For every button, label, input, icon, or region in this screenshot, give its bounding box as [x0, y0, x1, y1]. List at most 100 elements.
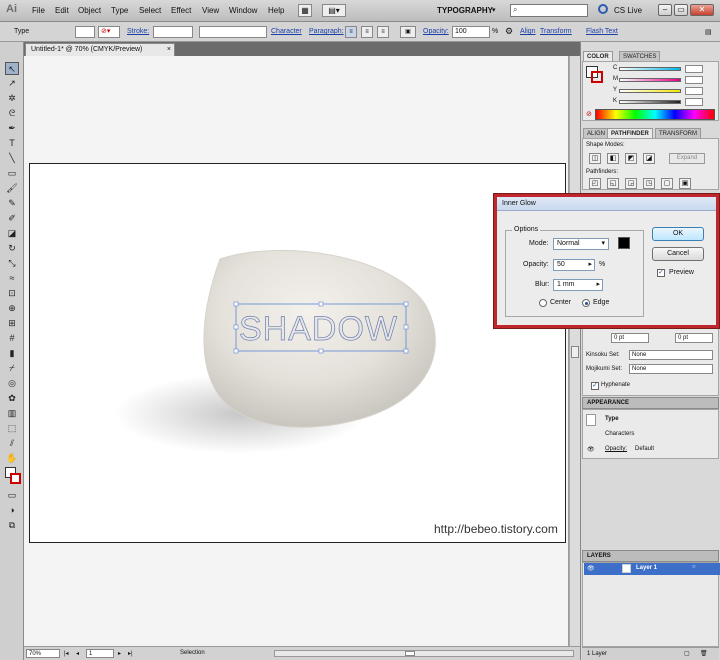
mesh-tool-icon[interactable]: #	[5, 332, 19, 345]
symbol-sprayer-tool-icon[interactable]: ✿	[5, 392, 19, 405]
cs-live-icon[interactable]	[598, 4, 608, 14]
font-family-input[interactable]	[199, 26, 267, 38]
layers-panel-header[interactable]: LAYERS	[582, 550, 719, 562]
cyan-slider[interactable]	[619, 67, 681, 71]
layer-row[interactable]: 👁 Layer 1 ○	[584, 563, 720, 575]
color-mode-icon[interactable]: ▭	[5, 489, 19, 502]
help-search-input[interactable]: ⌕	[510, 4, 588, 17]
first-artboard-icon[interactable]: |◂	[64, 650, 69, 657]
menu-select[interactable]: Select	[139, 6, 161, 15]
selection-tool-icon[interactable]: ↖	[5, 62, 19, 75]
flash-text-link[interactable]: Flash Text	[586, 28, 618, 35]
yellow-value-field[interactable]	[685, 87, 703, 95]
center-label[interactable]: Center	[550, 299, 571, 306]
blur-stepper-icon[interactable]: ▸	[596, 280, 600, 290]
stroke-swatch-icon[interactable]	[10, 473, 21, 484]
shape-builder-tool-icon[interactable]: ⊕	[5, 302, 19, 315]
arrange-documents-icon[interactable]: ▤▾	[322, 4, 346, 17]
mode-dropdown-icon[interactable]: ▾	[601, 239, 605, 249]
paragraph-link[interactable]: Paragraph:	[309, 28, 344, 35]
appearance-panel-header[interactable]: APPEARANCE	[582, 397, 719, 409]
opacity-stepper-icon[interactable]: ▸	[588, 260, 592, 270]
blur-field[interactable]: 1 mm ▸	[553, 279, 603, 291]
opacity-input[interactable]: 100	[452, 26, 490, 38]
yellow-slider[interactable]	[619, 89, 681, 93]
menu-type[interactable]: Type	[111, 6, 128, 15]
expand-button[interactable]: Expand	[669, 153, 705, 164]
next-artboard-icon[interactable]: ▸	[118, 650, 121, 657]
magenta-slider[interactable]	[619, 78, 681, 82]
align-right-icon[interactable]: ≡	[377, 26, 389, 38]
hand-tool-icon[interactable]: ✋	[5, 452, 19, 465]
color-stroke-swatch[interactable]	[591, 71, 603, 83]
line-tool-icon[interactable]: ╲	[5, 152, 19, 165]
workspace-switcher[interactable]: TYPOGRAPHY	[437, 6, 493, 15]
menu-object[interactable]: Object	[78, 6, 101, 15]
pencil-tool-icon[interactable]: ✎	[5, 197, 19, 210]
last-artboard-icon[interactable]: ▸|	[128, 650, 133, 657]
appearance-opacity-link[interactable]: Opacity:	[605, 446, 627, 452]
eraser-tool-icon[interactable]: ◪	[5, 227, 19, 240]
horizontal-scrollbar[interactable]	[274, 650, 574, 657]
artboard[interactable]: SHADOW http://bebeo.tistory.com	[29, 163, 566, 543]
stroke-link[interactable]: Stroke:	[127, 28, 149, 35]
canvas-area[interactable]: SHADOW http://bebeo.tistory.com	[24, 56, 569, 646]
magic-wand-tool-icon[interactable]: ✲	[5, 92, 19, 105]
space-after-field[interactable]: 0 pt	[675, 333, 713, 343]
center-radio[interactable]	[539, 299, 547, 307]
scroll-thumb[interactable]	[571, 346, 579, 358]
hyphenate-checkbox[interactable]: ✓	[591, 382, 599, 390]
lasso-tool-icon[interactable]: ᘓ	[5, 107, 19, 120]
layer-target-icon[interactable]: ○	[692, 564, 696, 570]
character-link[interactable]: Character	[271, 28, 302, 35]
cancel-button[interactable]: Cancel	[652, 247, 704, 261]
menu-window[interactable]: Window	[229, 6, 257, 15]
menu-edit[interactable]: Edit	[55, 6, 69, 15]
merge-icon[interactable]: ◲	[625, 178, 637, 189]
scale-tool-icon[interactable]: ⤡	[5, 257, 19, 270]
close-document-icon[interactable]: ×	[167, 44, 171, 56]
intersect-icon[interactable]: ◩	[625, 153, 637, 164]
color-spectrum-bar[interactable]	[595, 109, 715, 120]
layer-name[interactable]: Layer 1	[636, 565, 657, 571]
cyan-value-field[interactable]	[685, 65, 703, 73]
warp-tool-icon[interactable]: ≈	[5, 272, 19, 285]
status-tool-label[interactable]: Selection	[180, 650, 205, 656]
outline-icon[interactable]: ▢	[661, 178, 673, 189]
mojikumi-select[interactable]: None	[629, 364, 713, 374]
space-before-field[interactable]: 0 pt	[611, 333, 649, 343]
exclude-icon[interactable]: ◪	[643, 153, 655, 164]
visibility-eye-icon[interactable]: 👁	[587, 446, 595, 453]
close-window-button[interactable]: ✕	[690, 4, 714, 16]
vertical-scrollbar[interactable]	[569, 56, 580, 646]
delete-layer-icon[interactable]: 🗑	[700, 650, 708, 657]
minimize-button[interactable]: –	[658, 4, 672, 16]
rectangle-tool-icon[interactable]: ▭	[5, 167, 19, 180]
transform-link[interactable]: Transform	[540, 28, 572, 35]
preview-checkbox[interactable]: ✓	[657, 269, 665, 277]
layer-visibility-icon[interactable]: 👁	[587, 565, 595, 572]
opacity-field[interactable]: 50 ▸	[553, 259, 595, 271]
divide-icon[interactable]: ◰	[589, 178, 601, 189]
perspective-grid-tool-icon[interactable]: ⊞	[5, 317, 19, 330]
control-panel-menu-icon[interactable]: ▤	[705, 28, 712, 36]
crop-icon[interactable]: ◳	[643, 178, 655, 189]
type-tool-icon[interactable]: T	[5, 137, 19, 150]
artboard-tool-icon[interactable]: ⬚	[5, 422, 19, 435]
eyedropper-tool-icon[interactable]: ⌿	[5, 362, 19, 375]
preview-label[interactable]: Preview	[669, 269, 694, 276]
minus-back-icon[interactable]: ▣	[679, 178, 691, 189]
black-slider[interactable]	[619, 100, 681, 104]
minus-front-icon[interactable]: ◧	[607, 153, 619, 164]
menu-help[interactable]: Help	[268, 6, 284, 15]
free-transform-tool-icon[interactable]: ⊡	[5, 287, 19, 300]
recolor-icon[interactable]: ▣	[400, 26, 416, 38]
paintbrush-tool-icon[interactable]: 🖌	[5, 182, 19, 195]
align-center-icon[interactable]: ≡	[361, 26, 373, 38]
pen-tool-icon[interactable]: ✒	[5, 122, 19, 135]
menu-view[interactable]: View	[202, 6, 219, 15]
cs-live-menu[interactable]: CS Live	[614, 6, 642, 15]
opacity-link[interactable]: Opacity:	[423, 28, 449, 35]
screen-mode-icon[interactable]: ⧉	[5, 519, 19, 532]
horizontal-scroll-thumb[interactable]	[405, 651, 415, 656]
